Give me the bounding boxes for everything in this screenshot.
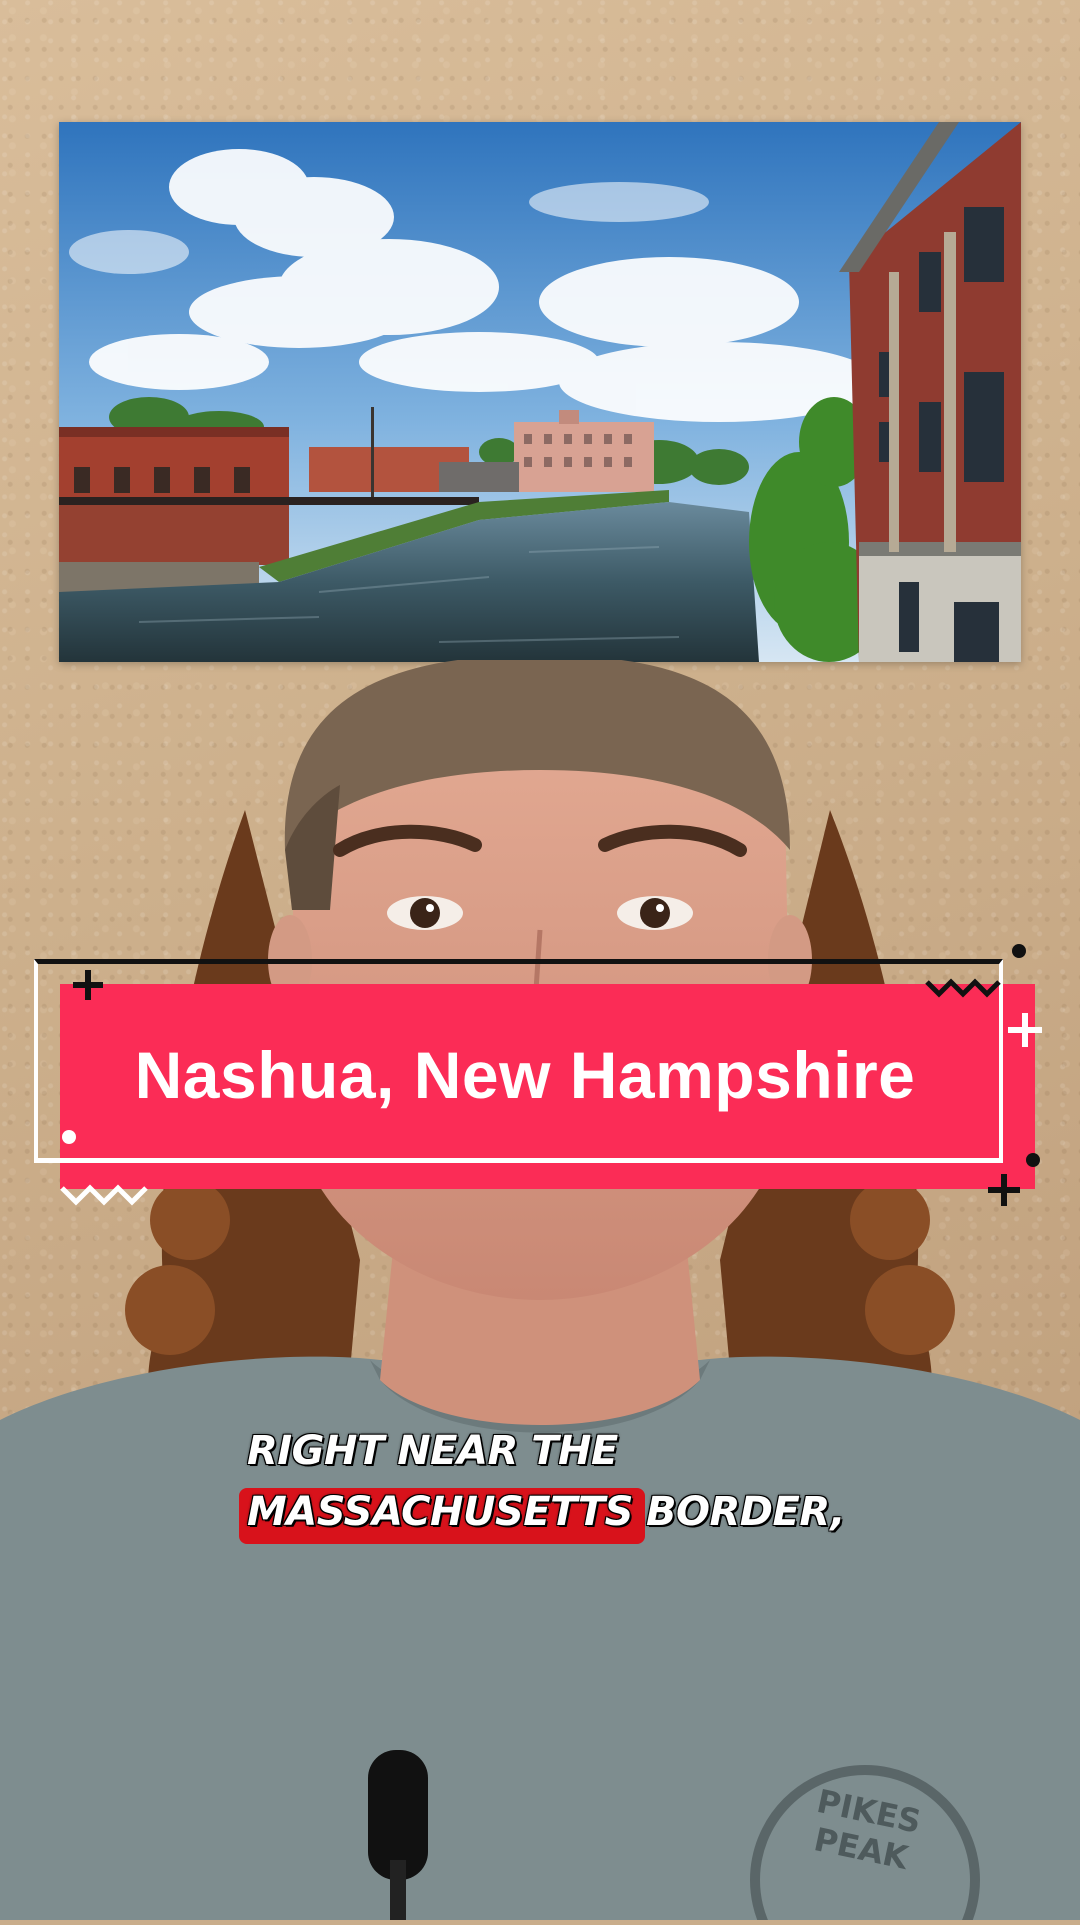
- dot-icon: [1026, 1153, 1040, 1167]
- zigzag-icon: [925, 978, 1001, 998]
- caption-line-2-rest: BORDER,: [646, 1489, 846, 1535]
- dot-icon: [1012, 944, 1026, 958]
- caption-line-1: RIGHT NEAR THE: [247, 1428, 618, 1474]
- caption-highlight-word: MASSACHUSETTS: [247, 1489, 633, 1535]
- title-banner: Nashua, New Hampshire: [0, 944, 1080, 1210]
- location-title: Nashua, New Hampshire: [134, 1038, 916, 1112]
- plus-icon: [73, 970, 103, 1000]
- dot-icon: [62, 1130, 76, 1144]
- plus-icon: [1008, 1013, 1042, 1047]
- presenter: PIKES PEAK: [0, 655, 1080, 1925]
- plus-icon: [988, 1174, 1020, 1206]
- zigzag-icon: [60, 1184, 148, 1206]
- nashua-river-photo: [59, 122, 1021, 662]
